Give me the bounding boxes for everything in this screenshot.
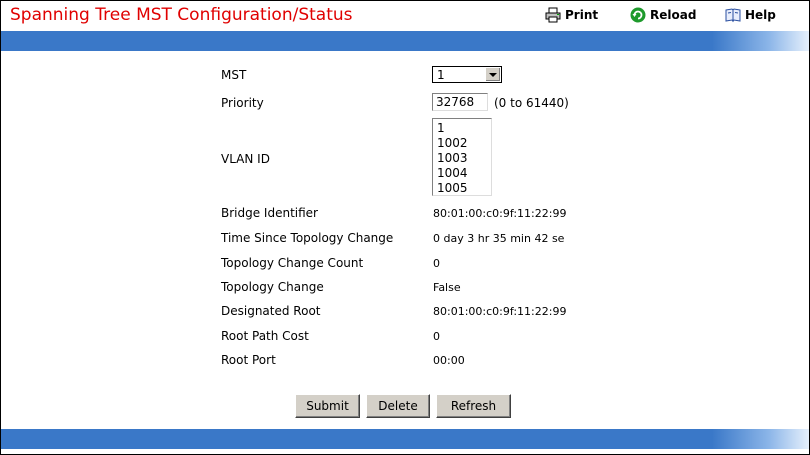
vlan-option[interactable]: 1004: [433, 166, 491, 181]
bridge-identifier-label: Bridge Identifier: [221, 206, 318, 220]
print-label: Print: [565, 8, 599, 22]
topology-change-value: False: [433, 281, 461, 294]
priority-value: 32768: [436, 95, 475, 109]
vlan-option[interactable]: 1005: [433, 181, 491, 195]
designated-root-label: Designated Root: [221, 304, 321, 318]
vlan-id-label: VLAN ID: [221, 152, 270, 166]
bridge-identifier-value: 80:01:00:c0:9f:11:22:99: [433, 207, 567, 220]
priority-range-hint: (0 to 61440): [494, 96, 569, 110]
root-path-cost-value: 0: [433, 330, 440, 343]
print-button[interactable]: Print: [545, 7, 598, 23]
help-book-icon: [725, 7, 741, 23]
chevron-down-icon[interactable]: [485, 68, 500, 81]
help-label: Help: [745, 8, 776, 22]
footer-band: [1, 429, 809, 449]
topology-change-count-value: 0: [433, 257, 440, 270]
reload-button[interactable]: Reload: [630, 7, 696, 23]
header-toolbar: Print Reload Help: [0, 7, 810, 27]
delete-button[interactable]: Delete: [366, 394, 430, 418]
root-path-cost-label: Root Path Cost: [221, 329, 309, 343]
refresh-button[interactable]: Refresh: [436, 394, 511, 418]
root-port-label: Root Port: [221, 353, 276, 367]
root-port-value: 00:00: [433, 354, 465, 367]
vlan-option[interactable]: 1003: [433, 151, 491, 166]
page-frame: [0, 0, 810, 455]
mst-selected-value: 1: [437, 68, 445, 82]
designated-root-value: 80:01:00:c0:9f:11:22:99: [433, 305, 567, 318]
vlan-option[interactable]: 1: [433, 121, 491, 136]
topology-change-count-label: Topology Change Count: [221, 256, 364, 270]
topology-change-label: Topology Change: [221, 280, 324, 294]
vlan-id-listbox[interactable]: 1 1002 1003 1004 1005: [432, 118, 492, 196]
vlan-option[interactable]: 1002: [433, 136, 491, 151]
time-since-topology-change-value: 0 day 3 hr 35 min 42 se: [433, 232, 565, 245]
reload-label: Reload: [650, 8, 697, 22]
priority-input[interactable]: 32768: [432, 93, 488, 111]
priority-label: Priority: [221, 96, 264, 110]
time-since-topology-change-label: Time Since Topology Change: [221, 231, 394, 245]
help-button[interactable]: Help: [725, 7, 776, 23]
mst-label: MST: [221, 68, 247, 82]
printer-icon: [545, 7, 561, 23]
reload-icon: [630, 7, 646, 23]
submit-button[interactable]: Submit: [295, 394, 360, 418]
header-band: [1, 31, 809, 51]
mst-select[interactable]: 1: [432, 66, 502, 83]
